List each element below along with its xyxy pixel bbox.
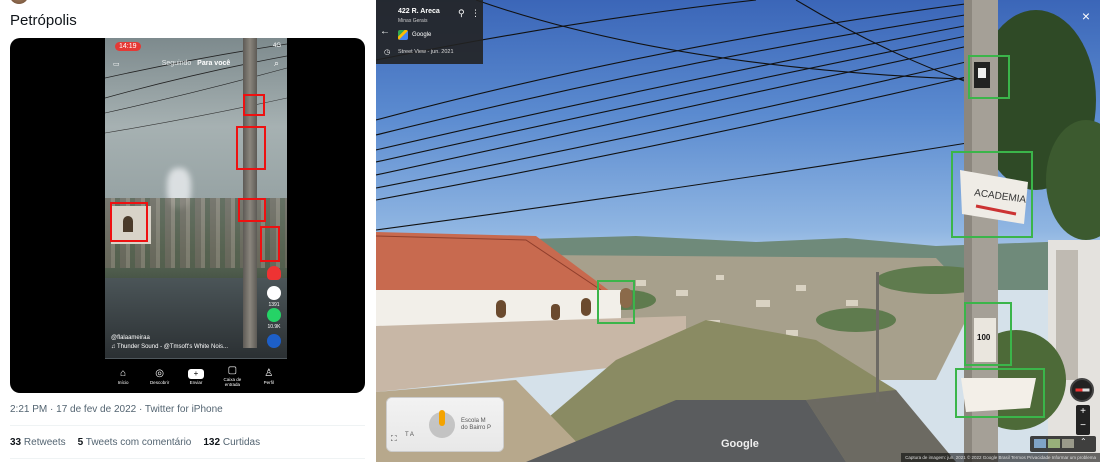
retweets-stat[interactable]: 33 Retweets (10, 437, 66, 448)
google-maps-icon (398, 30, 408, 40)
street-view-panorama[interactable]: ACADEMIA 100 ← 422 R. Areca Minas Gerais… (376, 0, 1100, 462)
annotation-box (260, 226, 280, 262)
sound-disc-icon[interactable] (265, 334, 283, 350)
search-icon[interactable]: ⌕ (274, 58, 279, 69)
avatar[interactable] (10, 0, 28, 4)
pegman-icon[interactable] (439, 410, 445, 426)
tweet-timestamp[interactable]: 2:21 PM · 17 de fev de 2022 · Twitter fo… (10, 404, 223, 415)
tiktok-bottom-nav: ⌂ Início ◎ Descobrir + Enviar ▢ Caixa de ent… (105, 359, 287, 393)
annotation-box (597, 280, 635, 324)
google-watermark: Google (721, 438, 759, 450)
expand-icon[interactable]: ⛶ (391, 434, 397, 444)
tiktok-tabs: Seguindo Para você (105, 60, 287, 67)
capture-date[interactable]: Street View - jun. 2021 (398, 49, 454, 55)
nav-home[interactable]: ⌂ Início (108, 368, 138, 385)
sound-name[interactable]: ♫ Thunder Sound - @Tmsoft's White Nois..… (111, 343, 228, 352)
minimap-label-t: T A (405, 432, 414, 438)
annotation-box (110, 202, 148, 242)
zoom-control[interactable]: + − (1076, 405, 1090, 435)
compass-icon[interactable] (1070, 378, 1094, 402)
nav-upload[interactable]: + Enviar (181, 368, 211, 385)
close-icon[interactable]: × (1082, 8, 1090, 24)
tab-following[interactable]: Seguindo (162, 60, 192, 67)
back-arrow-icon[interactable]: ← (380, 26, 390, 37)
minimap-label: Escola M do Bairro P (461, 418, 492, 431)
divider (10, 425, 365, 426)
divider (10, 458, 365, 459)
location-pin-icon[interactable]: ⚲ (458, 8, 465, 19)
utility-pole (243, 38, 257, 348)
comment-button[interactable]: 1391 (265, 286, 283, 308)
home-icon: ⌂ (120, 367, 127, 379)
profile-icon: ♙ (264, 367, 274, 379)
share-count: 10.9K (267, 324, 281, 330)
tweet-card: Petrópolis 14:19 4G ▭ Seguindo Para você… (0, 0, 376, 462)
thumbnail[interactable] (1034, 439, 1046, 448)
region: Minas Gerais (398, 18, 428, 24)
map-footer: Captura de imagem: jun. 2021 © 2022 Goog… (901, 453, 1100, 462)
location-info-card: ← 422 R. Areca Minas Gerais Google ◷ Str… (376, 0, 483, 64)
nav-profile[interactable]: ♙ Perfil (254, 368, 284, 385)
likes-stat[interactable]: 132 Curtidas (203, 437, 260, 448)
clock-icon[interactable]: ◷ (384, 48, 390, 56)
address: 422 R. Areca (398, 8, 440, 15)
inbox-icon: ▢ (227, 365, 238, 376)
thumbnail[interactable] (1062, 439, 1074, 448)
annotation-box (243, 94, 265, 116)
username[interactable]: @flalaameiraa (111, 334, 228, 343)
tweet-stats: 33 Retweets 5 Tweets com comentário 132 … (10, 437, 260, 448)
tab-foryou[interactable]: Para você (197, 60, 230, 67)
status-time: 14:19 (115, 42, 141, 51)
provider: Google (412, 32, 432, 38)
chevron-up-icon[interactable]: ⌃ (1080, 437, 1092, 446)
compass-icon: ◎ (155, 367, 164, 379)
minimap[interactable]: Escola M do Bairro P ⛶ T A (386, 397, 504, 452)
annotation-box (955, 368, 1045, 418)
zoom-out-button[interactable]: − (1076, 419, 1090, 433)
nav-inbox[interactable]: ▢ Caixa de entrada (217, 365, 247, 387)
annotation-box (968, 55, 1010, 99)
video-caption: @flalaameiraa ♫ Thunder Sound - @Tmsoft'… (111, 334, 228, 352)
plus-icon: + (187, 368, 204, 379)
annotation-box (951, 151, 1033, 238)
annotation-box (964, 302, 1012, 366)
annotation-box (238, 198, 266, 222)
annotation-box (236, 126, 266, 170)
quotes-stat[interactable]: 5 Tweets com comentário (78, 437, 192, 448)
thumbnail[interactable] (1048, 439, 1060, 448)
tweet-text: Petrópolis (10, 12, 77, 29)
nav-discover[interactable]: ◎ Descobrir (145, 368, 175, 385)
share-button[interactable]: 10.9K (265, 308, 283, 330)
more-vert-icon[interactable]: ⋮ (471, 8, 480, 19)
photo-thumbnails[interactable]: ⌃ (1030, 436, 1096, 452)
zoom-in-button[interactable]: + (1076, 405, 1090, 419)
like-icon[interactable] (265, 266, 283, 282)
tweet-media[interactable]: 14:19 4G ▭ Seguindo Para você ⌕ 1391 10.… (10, 38, 365, 393)
signal-indicator: 4G (272, 43, 281, 49)
